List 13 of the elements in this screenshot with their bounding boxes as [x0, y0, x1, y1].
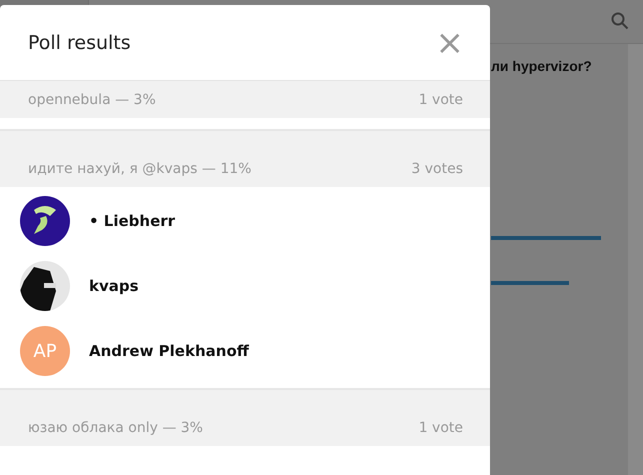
avatar: AP	[20, 326, 70, 376]
option-label: идите нахуй, я @kvaps — 11%	[28, 160, 252, 176]
option-label: opennebula — 3%	[28, 92, 156, 108]
option-label: юзаю облака only — 3%	[28, 420, 203, 436]
voter-name[interactable]: kvaps	[89, 277, 139, 295]
vote-count: 1 vote	[418, 92, 463, 108]
voter-name[interactable]: • Liebherr	[89, 212, 176, 230]
dialog-title: Poll results	[28, 32, 131, 54]
voter-name[interactable]: Andrew Plekhanoff	[89, 342, 249, 360]
vote-count: 3 votes	[411, 160, 463, 176]
poll-question: ли hypervizor?	[491, 58, 593, 74]
vote-count: 1 vote	[418, 420, 463, 436]
search-icon[interactable]	[611, 12, 629, 30]
